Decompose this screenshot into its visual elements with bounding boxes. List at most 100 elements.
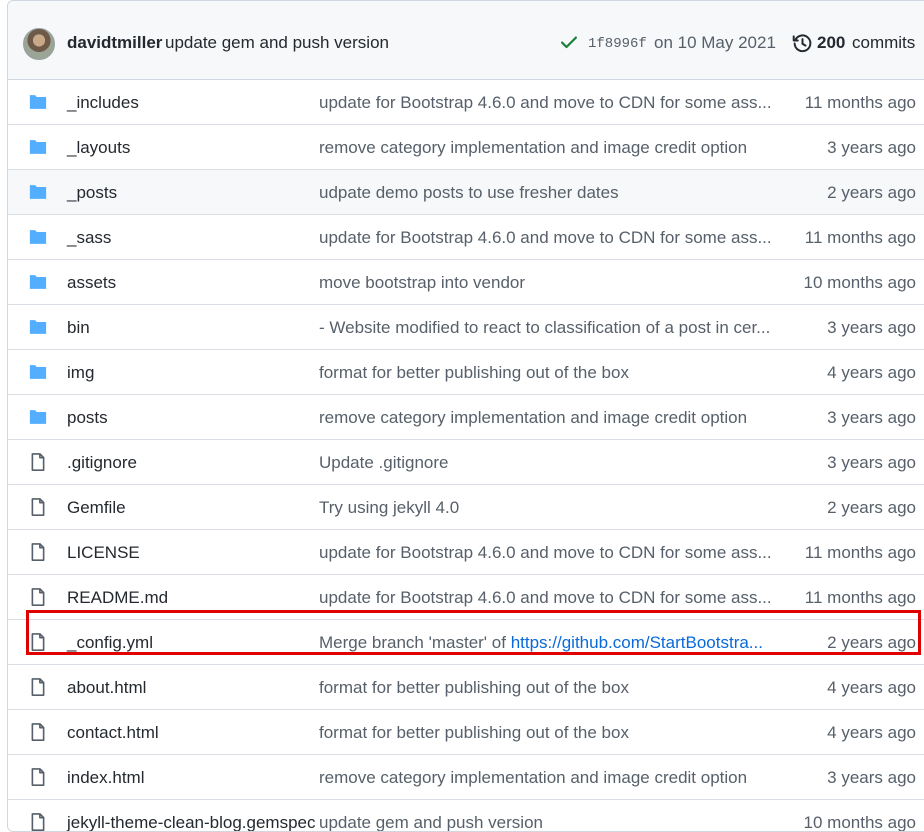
file-row[interactable]: README.md update for Bootstrap 4.6.0 and … — [8, 574, 924, 619]
latest-commit-bar: davidtmiller update gem and push version… — [8, 1, 924, 80]
folder-icon — [28, 92, 48, 112]
commit-message-text[interactable]: remove category implementation and image… — [319, 408, 747, 427]
commit-message-text[interactable]: update for Bootstrap 4.6.0 and move to C… — [319, 93, 772, 112]
commit-message-link[interactable]: - Website modified to react to classific… — [319, 318, 779, 338]
check-icon[interactable] — [559, 32, 579, 57]
commit-message-link[interactable]: Merge branch 'master' of https://github.… — [319, 633, 779, 653]
file-name-link[interactable]: contact.html — [67, 723, 159, 743]
commit-message-link[interactable]: format for better publishing out of the … — [319, 678, 779, 698]
file-row[interactable]: _config.yml Merge branch 'master' of http… — [8, 619, 924, 664]
commit-age: 11 months ago — [804, 93, 916, 112]
commit-age: 4 years ago — [827, 723, 916, 742]
commits-count[interactable]: 200 — [817, 33, 845, 53]
file-name-link[interactable]: _posts — [67, 183, 117, 203]
file-icon — [28, 587, 48, 607]
commit-message-link[interactable]: update for Bootstrap 4.6.0 and move to C… — [319, 588, 779, 608]
commit-age: 2 years ago — [827, 183, 916, 202]
file-row[interactable]: jekyll-theme-clean-blog.gemspec update ge… — [8, 799, 924, 832]
file-row[interactable]: about.html format for better publishing o… — [8, 664, 924, 709]
file-name-link[interactable]: _includes — [67, 93, 139, 113]
file-row[interactable]: index.html remove category implementation… — [8, 754, 924, 799]
commit-age: 11 months ago — [804, 588, 916, 607]
commit-message-link[interactable]: update for Bootstrap 4.6.0 and move to C… — [319, 228, 779, 248]
commit-message-text[interactable]: remove category implementation and image… — [319, 138, 747, 157]
file-row[interactable]: Gemfile Try using jekyll 4.0 2 years ago — [8, 484, 924, 529]
file-row[interactable]: .gitignore Update .gitignore 3 years ago — [8, 439, 924, 484]
commit-message-text[interactable]: update gem and push version — [319, 813, 543, 831]
file-icon — [28, 497, 48, 517]
file-row[interactable]: LICENSE update for Bootstrap 4.6.0 and mo… — [8, 529, 924, 574]
commit-sha-link[interactable]: 1f8996f — [588, 36, 647, 52]
file-name-link[interactable]: img — [67, 363, 94, 383]
file-row[interactable]: assets move bootstrap into vendor 10 month… — [8, 259, 924, 304]
file-row[interactable]: contact.html format for better publishing… — [8, 709, 924, 754]
commit-message-link[interactable]: update for Bootstrap 4.6.0 and move to C… — [319, 543, 779, 563]
commit-age: 2 years ago — [827, 633, 916, 652]
file-row[interactable]: _posts udpate demo posts to use fresher d… — [8, 169, 924, 214]
commit-message-text[interactable]: format for better publishing out of the … — [319, 678, 629, 697]
file-name-link[interactable]: bin — [67, 318, 90, 338]
commit-age: 10 months ago — [803, 813, 916, 832]
commit-message-link[interactable]: remove category implementation and image… — [319, 408, 779, 428]
file-icon — [28, 542, 48, 562]
commit-age: 4 years ago — [827, 678, 916, 697]
commit-age: 11 months ago — [804, 543, 916, 562]
file-name-link[interactable]: _config.yml — [67, 633, 153, 653]
file-name-link[interactable]: about.html — [67, 678, 146, 698]
file-name-link[interactable]: _sass — [67, 228, 111, 248]
file-name-link[interactable]: LICENSE — [67, 543, 140, 563]
history-icon[interactable] — [792, 33, 813, 59]
commit-message-link[interactable]: remove category implementation and image… — [319, 138, 779, 158]
commit-message-link[interactable]: update for Bootstrap 4.6.0 and move to C… — [319, 93, 779, 113]
commit-message-link[interactable]: update gem and push version — [319, 813, 779, 831]
commit-message-text[interactable]: Update .gitignore — [319, 453, 448, 472]
commit-message-link[interactable]: Update .gitignore — [319, 453, 779, 473]
file-row[interactable]: _layouts remove category implementation a… — [8, 124, 924, 169]
commit-message-text[interactable]: remove category implementation and image… — [319, 768, 747, 787]
folder-icon — [28, 362, 48, 382]
commit-age: 10 months ago — [803, 273, 916, 292]
commit-message-text[interactable]: - Website modified to react to classific… — [319, 318, 770, 337]
file-row[interactable]: img format for better publishing out of t… — [8, 349, 924, 394]
commit-age: 3 years ago — [827, 408, 916, 427]
file-name-link[interactable]: posts — [67, 408, 108, 428]
file-name-link[interactable]: Gemfile — [67, 498, 126, 518]
commit-message-text[interactable]: move bootstrap into vendor — [319, 273, 525, 292]
file-name-link[interactable]: assets — [67, 273, 116, 293]
commit-message-link[interactable]: remove category implementation and image… — [319, 768, 779, 788]
file-name-link[interactable]: .gitignore — [67, 453, 137, 473]
file-name-link[interactable]: jekyll-theme-clean-blog.gemspec — [67, 813, 316, 831]
file-list: _includesupdate for Bootstrap 4.6.0 and … — [8, 80, 924, 832]
commit-message-text[interactable]: Merge branch 'master' of — [319, 633, 511, 652]
file-name-link[interactable]: index.html — [67, 768, 144, 788]
file-browser: davidtmiller update gem and push version… — [7, 0, 924, 832]
file-row[interactable]: posts remove category implementation and … — [8, 394, 924, 439]
avatar[interactable] — [23, 28, 55, 60]
commit-message-link[interactable]: update gem and push version — [165, 33, 389, 53]
file-icon — [28, 722, 48, 742]
commit-author-link[interactable]: davidtmiller — [67, 33, 162, 53]
commit-age: 3 years ago — [827, 138, 916, 157]
commit-message-link[interactable]: format for better publishing out of the … — [319, 363, 779, 383]
commit-message-link[interactable]: udpate demo posts to use fresher dates — [319, 183, 779, 203]
commits-label[interactable]: commits — [852, 33, 915, 53]
commit-message-text[interactable]: update for Bootstrap 4.6.0 and move to C… — [319, 543, 772, 562]
file-name-link[interactable]: _layouts — [67, 138, 130, 158]
commit-message-link[interactable]: format for better publishing out of the … — [319, 723, 779, 743]
commit-message-link[interactable]: move bootstrap into vendor — [319, 273, 779, 293]
file-name-link[interactable]: README.md — [67, 588, 168, 608]
commit-message-text[interactable]: format for better publishing out of the … — [319, 723, 629, 742]
file-row[interactable]: _includes update for Bootstrap 4.6.0 and … — [8, 80, 924, 124]
commit-message-text[interactable]: Try using jekyll 4.0 — [319, 498, 459, 517]
commit-message-text[interactable]: update for Bootstrap 4.6.0 and move to C… — [319, 588, 772, 607]
commit-message-text[interactable]: udpate demo posts to use fresher dates — [319, 183, 619, 202]
commit-message-text[interactable]: format for better publishing out of the … — [319, 363, 629, 382]
folder-icon — [28, 227, 48, 247]
folder-icon — [28, 317, 48, 337]
commit-message-link[interactable]: Try using jekyll 4.0 — [319, 498, 779, 518]
commit-age: 3 years ago — [827, 768, 916, 787]
file-row[interactable]: _sass update for Bootstrap 4.6.0 and move… — [8, 214, 924, 259]
file-row[interactable]: bin - Website modified to react to classi… — [8, 304, 924, 349]
commit-url-link[interactable]: https://github.com/StartBootstra... — [511, 633, 763, 652]
commit-message-text[interactable]: update for Bootstrap 4.6.0 and move to C… — [319, 228, 772, 247]
